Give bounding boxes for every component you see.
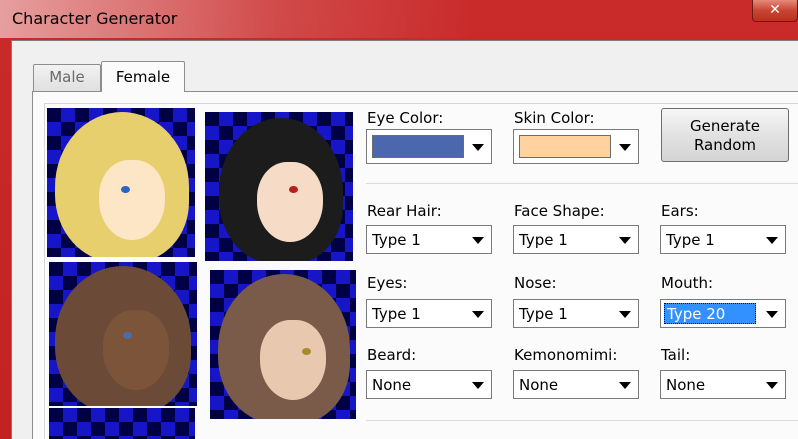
separator — [366, 183, 798, 184]
generate-random-line1: Generate — [689, 117, 761, 135]
title-bar[interactable]: Character Generator — [0, 0, 798, 38]
portrait-preview-brown-hair[interactable] — [210, 270, 356, 419]
generate-random-button[interactable]: Generate Random — [661, 108, 789, 162]
ears-value: Type 1 — [666, 231, 715, 249]
face — [260, 320, 326, 400]
close-icon: ✕ — [769, 2, 781, 18]
chevron-down-icon — [766, 382, 778, 389]
window-title: Character Generator — [12, 9, 178, 28]
beard-label: Beard: — [367, 346, 417, 364]
kemonomimi-select[interactable]: None — [513, 370, 639, 399]
chevron-down-icon — [619, 382, 631, 389]
kemonomimi-label: Kemonomimi: — [514, 346, 618, 364]
ears-select[interactable]: Type 1 — [660, 225, 786, 254]
face-shape-label: Face Shape: — [514, 202, 605, 220]
eye — [289, 186, 298, 193]
tab-female[interactable]: Female — [101, 61, 185, 92]
eyes-select[interactable]: Type 1 — [366, 299, 492, 328]
tab-female-label: Female — [115, 68, 171, 86]
tail-label: Tail: — [661, 346, 691, 364]
tail-value: None — [666, 376, 706, 394]
tab-male[interactable]: Male — [33, 64, 101, 91]
mouth-select[interactable]: Type 20 — [660, 299, 786, 328]
chevron-down-icon — [472, 237, 484, 244]
chevron-down-icon — [472, 144, 484, 151]
mouth-value: Type 20 — [664, 303, 756, 324]
eyes-value: Type 1 — [372, 305, 421, 323]
portrait-preview-partial[interactable] — [49, 408, 195, 439]
tab-male-label: Male — [49, 68, 85, 86]
eye — [123, 332, 132, 339]
nose-select[interactable]: Type 1 — [513, 299, 639, 328]
face-shape-select[interactable]: Type 1 — [513, 225, 639, 254]
eyes-label: Eyes: — [367, 274, 408, 292]
rear-hair-select[interactable]: Type 1 — [366, 225, 492, 254]
ears-label: Ears: — [661, 202, 699, 220]
skin-color-picker[interactable] — [513, 129, 639, 164]
eye — [302, 348, 311, 355]
close-button[interactable]: ✕ — [752, 0, 798, 22]
eye — [121, 186, 130, 193]
face-shape-value: Type 1 — [519, 231, 568, 249]
face — [103, 310, 169, 390]
tail-select[interactable]: None — [660, 370, 786, 399]
face — [257, 162, 323, 242]
nose-value: Type 1 — [519, 305, 568, 323]
skin-color-swatch — [519, 135, 611, 158]
kemonomimi-value: None — [519, 376, 559, 394]
character-generator-window: Character Generator ✕ Male Female Eye Co… — [0, 0, 798, 439]
eye-color-picker[interactable] — [366, 129, 492, 164]
chevron-down-icon — [619, 237, 631, 244]
nose-label: Nose: — [514, 274, 557, 292]
chevron-down-icon — [619, 311, 631, 318]
rear-hair-value: Type 1 — [372, 231, 421, 249]
chevron-down-icon — [619, 144, 631, 151]
chevron-down-icon — [472, 382, 484, 389]
beard-value: None — [372, 376, 412, 394]
rear-hair-label: Rear Hair: — [367, 202, 442, 220]
portrait-preview-black-hair[interactable] — [205, 112, 353, 261]
mouth-label: Mouth: — [661, 274, 714, 292]
skin-color-label: Skin Color: — [514, 109, 595, 127]
beard-select[interactable]: None — [366, 370, 492, 399]
generate-random-line2: Random — [693, 136, 757, 154]
chevron-down-icon — [472, 311, 484, 318]
separator — [366, 420, 798, 421]
chevron-down-icon — [766, 237, 778, 244]
eye-color-label: Eye Color: — [367, 109, 444, 127]
chevron-down-icon — [766, 311, 778, 318]
eye-color-swatch — [372, 135, 464, 158]
face — [99, 160, 165, 240]
portrait-preview-blonde[interactable] — [47, 108, 195, 257]
portrait-preview-dark-skin[interactable] — [49, 262, 197, 406]
